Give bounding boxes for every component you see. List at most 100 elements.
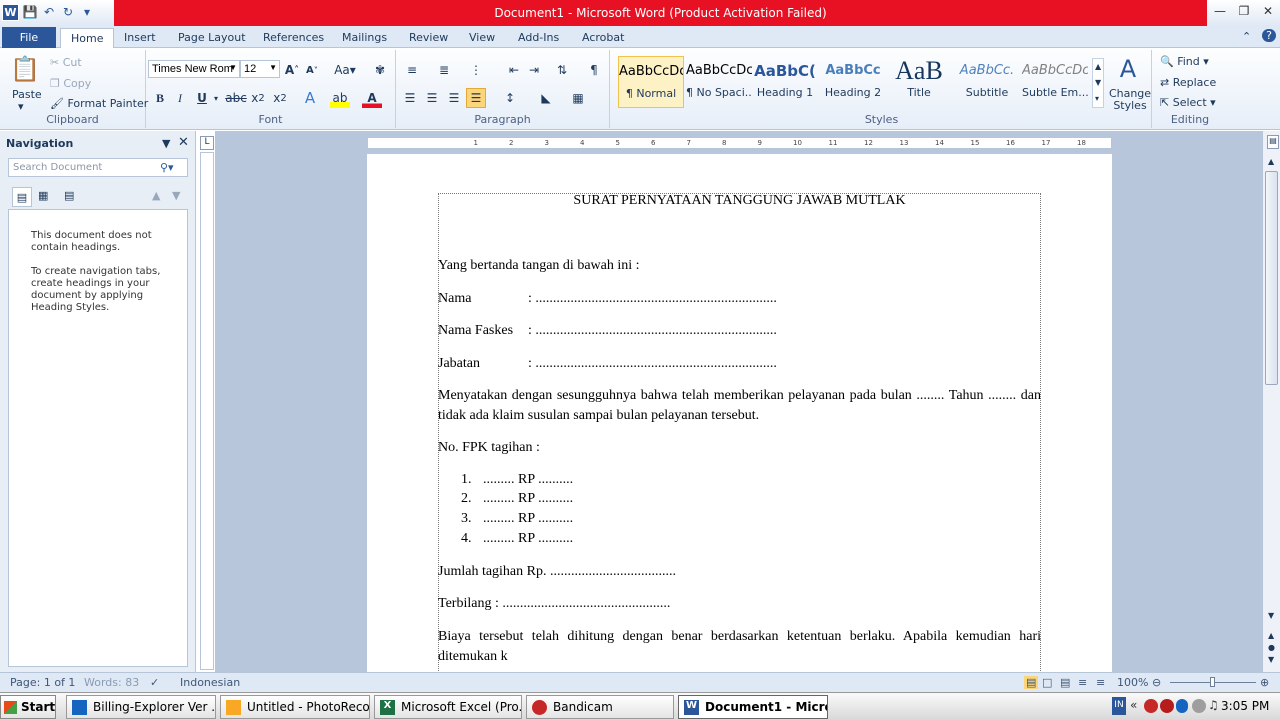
view-ruler-icon[interactable]: ▤ [1267,135,1279,149]
text-effects-icon[interactable]: A [300,88,320,108]
styles-scroll-icon[interactable]: ▲ ▼ ▾ [1092,58,1105,108]
previous-page-icon[interactable]: ▲ [1268,631,1274,640]
proofing-icon[interactable]: ✓ [150,676,159,689]
horizontal-ruler[interactable]: 1 2 3 4 5 6 7 8 9 10 11 12 13 14 15 16 17 18 [367,137,1112,149]
find-button[interactable]: 🔍 Find ▾ [1160,55,1209,68]
taskbar-item-billing-explorer[interactable]: Billing-Explorer Ver ... [66,695,216,719]
font-color-icon[interactable]: A [362,88,382,108]
browse-headings-tab-icon[interactable]: ▤ [12,187,32,207]
font-size-combo[interactable]: 12 ▼ [240,60,280,78]
replace-button[interactable]: ⇄ Replace [1160,76,1216,89]
close-icon[interactable]: ✕ [1258,4,1278,18]
bold-icon[interactable]: B [150,88,170,108]
full-screen-reading-icon[interactable]: □ [1042,676,1052,689]
tab-home[interactable]: Home [60,28,115,49]
tray-network-icon[interactable] [1192,699,1206,713]
scroll-down-icon[interactable]: ▼ [1268,611,1274,620]
tray-app-icon[interactable] [1144,699,1158,713]
tab-page-layout[interactable]: Page Layout [168,28,256,48]
tab-file[interactable]: File [2,27,56,48]
scroll-up-icon[interactable]: ▲ [1268,157,1274,166]
page-count[interactable]: Page: 1 of 1 [10,676,75,689]
select-button[interactable]: ⇱ Select ▾ [1160,96,1216,109]
word-logo-icon[interactable]: W [2,3,19,21]
format-painter-button[interactable]: 🖌 Format Painter [50,97,148,110]
change-case-icon[interactable]: Aa▾ [332,60,358,80]
zoom-in-icon[interactable]: ⊕ [1260,676,1269,689]
tray-record-icon[interactable] [1160,699,1174,713]
browse-pages-tab-icon[interactable]: ▦ [38,189,48,202]
paste-icon[interactable]: 📋 [10,54,40,84]
vertical-scrollbar[interactable]: ▤ ▲ ▼ ▲ ● ▼ [1262,131,1280,672]
tab-review[interactable]: Review [399,28,458,48]
tab-selector-icon[interactable]: L [200,136,214,150]
customize-qat-icon[interactable]: ▾ [79,4,95,20]
tab-insert[interactable]: Insert [114,28,166,48]
style-subtitle[interactable]: AaBbCc. Subtitle [954,56,1020,108]
font-name-dropdown-icon[interactable]: ▼ [229,63,237,72]
shrink-font-icon[interactable]: A ˅ [302,60,322,80]
redo-icon[interactable]: ↻ [60,4,76,20]
taskbar-item-bandicam[interactable]: Bandicam [526,695,674,719]
language-status[interactable]: Indonesian [180,676,240,689]
minimize-ribbon-icon[interactable]: ⌃ [1242,30,1251,43]
cut-button[interactable]: ✂ Cut [50,56,82,69]
previous-heading-icon[interactable]: ▲ [152,189,160,202]
taskbar-item-word[interactable]: W Document1 - Micro... [678,695,828,719]
borders-icon[interactable]: ▦ [568,88,588,108]
save-icon[interactable]: 💾 [22,4,38,20]
taskbar-item-excel[interactable]: X Microsoft Excel (Pro... [374,695,522,719]
line-spacing-icon[interactable]: ↕ [500,88,520,108]
browse-object-icon[interactable]: ● [1268,643,1275,652]
input-language-icon[interactable]: IN [1112,697,1126,715]
next-page-icon[interactable]: ▼ [1268,655,1274,664]
tab-acrobat[interactable]: Acrobat [572,28,634,48]
show-hidden-icons-icon[interactable]: « [1130,698,1137,712]
outline-icon[interactable]: ≡ [1078,676,1087,689]
decrease-indent-icon[interactable]: ⇤ [504,60,524,80]
style-title[interactable]: AaB Title [886,56,952,108]
clear-formatting-icon[interactable]: ✾ [370,60,390,80]
italic-icon[interactable]: I [170,88,190,108]
taskbar-item-photorecord[interactable]: Untitled - PhotoRecord [220,695,370,719]
web-layout-icon[interactable]: ▤ [1060,676,1070,689]
copy-button[interactable]: ❐ Copy [50,77,91,90]
tab-references[interactable]: References [253,28,334,48]
search-icon[interactable]: ⚲▾ [160,161,174,174]
word-count[interactable]: Words: 83 [84,676,139,689]
navigation-close-icon[interactable]: ✕ [178,135,189,150]
undo-icon[interactable]: ↶ [41,4,57,20]
multilevel-list-icon[interactable]: ⋮ [466,60,486,80]
bullets-icon[interactable]: ≡ [402,60,422,80]
clock-time[interactable]: 3:05 PM [1221,699,1269,713]
highlight-icon[interactable]: ab [330,88,350,108]
browse-results-tab-icon[interactable]: ▤ [64,189,74,202]
zoom-level[interactable]: 100% [1117,676,1148,689]
change-styles-icon[interactable]: A [1112,54,1144,84]
tab-mailings[interactable]: Mailings [332,28,397,48]
numbering-icon[interactable]: ≣ [434,60,454,80]
strikethrough-icon[interactable]: abc [225,88,247,108]
font-size-dropdown-icon[interactable]: ▼ [269,63,277,72]
style-no-spacing[interactable]: AaBbCcDc ¶ No Spaci... [686,56,752,108]
next-heading-icon[interactable]: ▼ [172,189,180,202]
print-layout-icon[interactable]: ▤ [1024,676,1039,689]
subscript-icon[interactable]: x2 [248,88,268,108]
align-left-icon[interactable]: ☰ [400,88,420,108]
scrollbar-thumb[interactable] [1265,171,1278,385]
change-styles-button[interactable]: Change Styles [1108,88,1152,112]
style-subtle-emphasis[interactable]: AaBbCcDc Subtle Em... [1022,56,1088,108]
help-icon[interactable]: ? [1262,29,1276,42]
underline-dropdown-icon[interactable]: ▾ [206,88,226,108]
zoom-slider-thumb[interactable] [1210,677,1215,687]
restore-icon[interactable]: ❐ [1234,4,1254,18]
bluetooth-icon[interactable] [1176,699,1188,713]
style-heading-2[interactable]: AaBbCc Heading 2 [820,56,886,108]
grow-font-icon[interactable]: A ˄ [282,60,302,80]
sort-icon[interactable]: ⇅ [552,60,572,80]
start-button[interactable]: Start [0,695,56,719]
paste-dropdown-icon[interactable]: ▾ [18,100,24,113]
superscript-icon[interactable]: x2 [270,88,290,108]
justify-icon[interactable]: ☰ [466,88,486,108]
minimize-icon[interactable]: — [1210,4,1230,18]
